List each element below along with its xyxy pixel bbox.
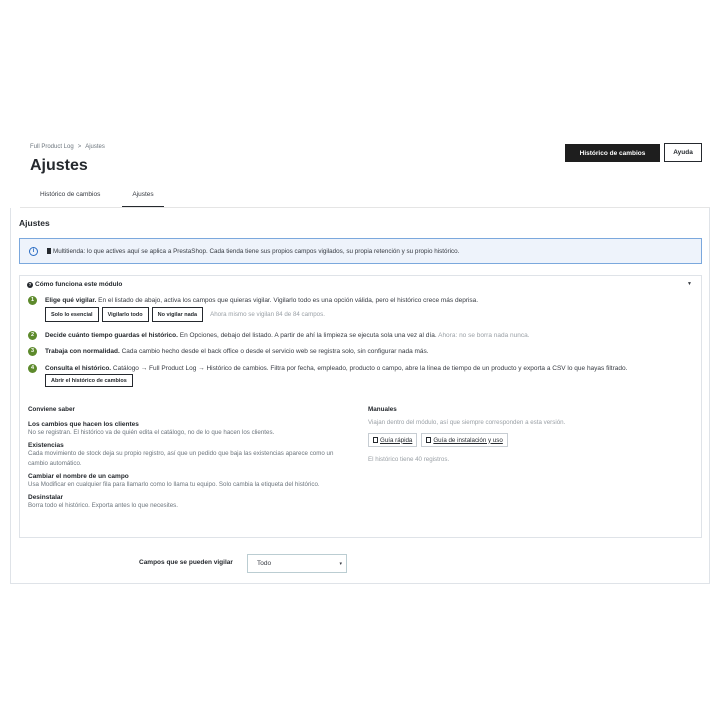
step-number: 1 [28,296,37,305]
good-to-know: Conviene saber Los cambios que hacen los… [28,406,348,515]
tab-settings[interactable]: Ajustes [122,186,164,208]
step-text: Consulta el histórico. Catálogo → Full P… [45,365,627,372]
open-history-button[interactable]: Abrir el histórico de cambios [45,374,133,387]
tab-bar: Histórico de cambios Ajustes [30,186,164,208]
step-desc: Cada cambio hecho desde el back office o… [121,348,429,355]
store-icon [47,247,51,254]
open-history-row: Abrir el histórico de cambios [45,374,133,387]
step-title: Decide cuánto tiempo guardas el históric… [45,332,178,339]
info-icon: i [29,246,38,256]
know-item-title: Desinstalar [28,494,64,501]
pdf-file-icon [373,437,378,443]
preset-all-button[interactable]: Vigilarlo todo [101,307,149,322]
step-title: Consulta el histórico. [45,365,112,372]
know-item-title: Cambiar el nombre de un campo [28,473,129,480]
chevron-down-icon: ▾ [339,561,342,567]
help-button[interactable]: Ayuda [664,143,702,162]
step-text: Trabaja con normalidad. Cada cambio hech… [45,348,429,355]
step-desc: En el listado de abajo, activa los campo… [98,297,479,304]
question-icon: ? [27,281,33,288]
preset-none-button[interactable]: No vigilar nada [151,307,204,322]
manuals: Manuales Viajan dentro del módulo, así q… [368,406,688,463]
step-desc: En Opciones, debajo del listado. A parti… [179,332,437,339]
step-number: 2 [28,331,37,340]
know-item-desc: Usa Modificar en cualquier fila para lla… [28,481,320,488]
alert-text: Multitienda: lo que actives aquí se apli… [47,247,460,255]
howto-title: Cómo funciona este módulo [35,281,123,288]
know-title: Conviene saber [28,406,75,413]
step-number: 3 [28,347,37,356]
pdf-file-icon [426,437,432,443]
step-title: Trabaja con normalidad. [45,348,120,355]
quick-guide-label: Guía rápida [380,436,413,444]
howto-header[interactable]: ? Cómo funciona este módulo ▼ [20,276,701,293]
breadcrumb-separator: > [77,144,82,150]
manuals-title: Manuales [368,406,397,413]
step-text: Elige qué vigilar. En el listado de abaj… [45,297,478,304]
know-item-title: Los cambios que hacen los clientes [28,421,139,428]
page-title: Ajustes [30,157,88,174]
breadcrumb-parent[interactable]: Full Product Log [30,144,74,150]
alert-lead: Multitienda: [53,247,86,255]
preset-buttons: Solo lo esencial Vigilarlo todo No vigil… [45,307,325,322]
page-header: Full Product Log > Ajustes Ajustes Histó… [0,138,720,208]
fields-select[interactable]: Todo ▾ [247,554,347,573]
know-item-desc: No se registran. El histórico va de quié… [28,429,275,436]
watched-count: Ahora mismo se vigilan 84 de 84 campos. [210,311,325,318]
install-guide-button[interactable]: Guía de instalación y uso [421,433,508,447]
settings-panel: Ajustes i Multitienda: lo que actives aq… [10,208,710,584]
fields-label: Campos que se pueden vigilar [139,559,233,566]
alert-body: lo que actives aquí se aplica a PrestaSh… [86,247,460,255]
panel-title: Ajustes [19,218,50,228]
breadcrumb: Full Product Log > Ajustes [30,144,105,150]
manuals-subtitle: Viajan dentro del módulo, así que siempr… [368,419,566,426]
breadcrumb-current: Ajustes [85,144,105,150]
step-number: 4 [28,364,37,373]
quick-guide-button[interactable]: Guía rápida [368,433,418,447]
step-title: Elige qué vigilar. [45,297,97,304]
record-count: El histórico tiene 40 registros. [368,456,450,463]
preset-essential-button[interactable]: Solo lo esencial [45,307,99,322]
know-item-desc: Cada movimiento de stock deja su propio … [28,450,334,467]
fields-select-value: Todo [257,560,272,567]
install-guide-label: Guía de instalación y uso [433,436,503,444]
caret-down-icon[interactable]: ▼ [687,281,692,287]
step-text: Decide cuánto tiempo guardas el históric… [45,332,530,339]
manual-buttons: Guía rápida Guía de instalación y uso [368,433,688,447]
multistore-alert: i Multitienda: lo que actives aquí se ap… [19,238,702,264]
retention-note: Ahora: no se borra nada nunca. [438,332,530,339]
know-item-title: Existencias [28,442,64,449]
fields-filter-row: Campos que se pueden vigilar Todo ▾ [11,554,711,574]
step-desc: Catálogo → Full Product Log → Histórico … [112,365,628,372]
history-button[interactable]: Histórico de cambios [565,144,660,162]
howto-card: ? Cómo funciona este módulo ▼ 1 Elige qu… [19,275,702,538]
tab-history[interactable]: Histórico de cambios [30,186,110,208]
know-item-desc: Borra todo el histórico. Exporta antes l… [28,502,178,509]
